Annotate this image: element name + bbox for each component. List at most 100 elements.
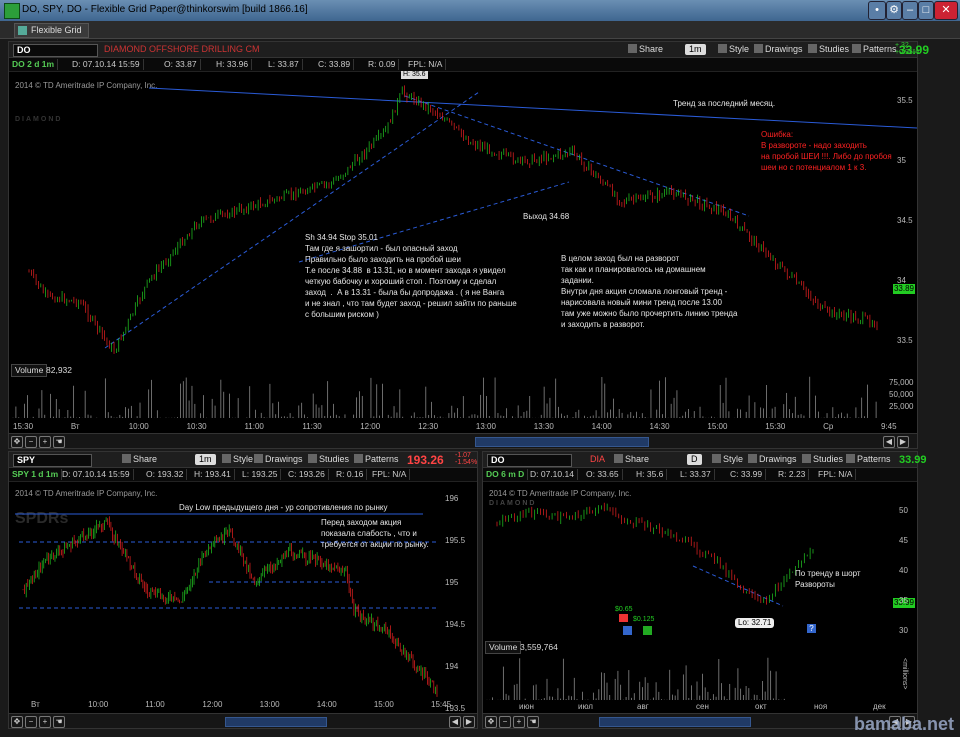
daily-dia-link[interactable]: DIA bbox=[587, 454, 608, 465]
pan-icon[interactable]: ✥ bbox=[485, 716, 497, 728]
spy-share-button[interactable]: Share bbox=[119, 454, 160, 465]
daily-studies-button[interactable]: Studies bbox=[799, 454, 846, 465]
drawings-button[interactable]: Drawings bbox=[751, 44, 806, 55]
time-tick-label: авг bbox=[637, 702, 649, 711]
style-label: Style bbox=[729, 44, 750, 54]
share-icon bbox=[614, 454, 623, 463]
time-tick-label: 15:00 bbox=[707, 422, 728, 431]
axis-tick-label: 50 bbox=[899, 506, 908, 515]
zoom-in-icon[interactable]: + bbox=[39, 716, 51, 728]
help-icon[interactable]: ? bbox=[807, 624, 816, 633]
scroll-left-icon[interactable]: ◀ bbox=[883, 436, 895, 448]
spy-close: C: 193.26 bbox=[285, 469, 329, 480]
daily-symbol-input[interactable]: DO bbox=[487, 454, 572, 467]
daily-style-button[interactable]: Style bbox=[709, 454, 746, 465]
daily-price-chart[interactable] bbox=[483, 482, 883, 634]
axis-tick-label: 45 bbox=[899, 536, 908, 545]
spy-date: D: 07.10.14 15:59 bbox=[59, 469, 134, 480]
chat-icon[interactable]: • bbox=[868, 1, 886, 20]
main-timeframe[interactable]: DO 2 d 1m bbox=[9, 59, 59, 70]
daily-date: D: 07.10.14 bbox=[527, 469, 578, 480]
spy-open: O: 193.32 bbox=[143, 469, 188, 480]
time-tick-label: 12:00 bbox=[360, 422, 381, 431]
studies-icon bbox=[808, 44, 817, 53]
spy-timeframe[interactable]: SPY 1 d 1m bbox=[9, 469, 63, 480]
daily-timeframe[interactable]: DO 6 m D bbox=[483, 469, 529, 480]
scroll-left-icon[interactable]: ◀ bbox=[449, 716, 461, 728]
dividend-icon[interactable] bbox=[643, 626, 652, 635]
scroll-right-icon[interactable]: ▶ bbox=[463, 716, 475, 728]
earnings-icon[interactable] bbox=[619, 614, 628, 622]
spy-change-abs: -1.07 bbox=[455, 452, 471, 459]
main-date: D: 07.10.14 15:59 bbox=[69, 59, 144, 70]
axis-tick-label: 50,000 bbox=[889, 390, 914, 399]
axis-tick-label: 75,000 bbox=[889, 378, 914, 387]
main-scrollbar-thumb[interactable] bbox=[475, 437, 649, 447]
spy-symbol-input[interactable]: SPY bbox=[13, 454, 92, 467]
zoom-in-icon[interactable]: + bbox=[39, 436, 51, 448]
time-tick-label: дек bbox=[873, 702, 886, 711]
close-button[interactable]: ✕ bbox=[934, 1, 958, 20]
time-tick-label: 15:30 bbox=[765, 422, 786, 431]
zoom-out-icon[interactable]: − bbox=[25, 436, 37, 448]
spy-price-chart[interactable] bbox=[9, 482, 441, 698]
spy-aggregation-button[interactable]: 1m bbox=[195, 454, 216, 465]
share-icon bbox=[628, 44, 637, 53]
aggregation-button[interactable]: 1m bbox=[685, 44, 706, 55]
main-symbol-input[interactable]: DO bbox=[13, 44, 98, 57]
time-tick-label: Вт bbox=[31, 700, 40, 709]
drag-icon[interactable]: ☚ bbox=[53, 436, 65, 448]
axis-tick-label: 33.5 bbox=[897, 336, 913, 345]
spy-fpl: FPL: N/A bbox=[369, 469, 411, 480]
studies-button[interactable]: Studies bbox=[805, 44, 852, 55]
spy-scroll-bar: ✥ − + ☚ ◀ ▶ bbox=[9, 713, 477, 728]
main-scroll-bar: ✥ − + ☚ ◀ ▶ bbox=[9, 433, 917, 448]
drag-icon[interactable]: ☚ bbox=[53, 716, 65, 728]
drawings-icon bbox=[254, 454, 263, 463]
spy-scrollbar-thumb[interactable] bbox=[225, 717, 327, 727]
style-button[interactable]: Style bbox=[715, 44, 752, 55]
time-tick-label: июн bbox=[519, 702, 534, 711]
daily-drawings-button[interactable]: Drawings bbox=[745, 454, 800, 465]
zoom-out-icon[interactable]: − bbox=[25, 716, 37, 728]
pan-icon[interactable]: ✥ bbox=[11, 716, 23, 728]
patterns-icon bbox=[852, 44, 861, 53]
patterns-label: Patterns bbox=[857, 454, 891, 464]
maximize-button[interactable]: □ bbox=[918, 1, 934, 20]
axis-tick-label: 35 bbox=[899, 596, 908, 605]
axis-tick-label: 196 bbox=[445, 494, 459, 503]
daily-share-button[interactable]: Share bbox=[611, 454, 652, 465]
zoom-in-icon[interactable]: + bbox=[513, 716, 525, 728]
tab-flexible-grid[interactable]: Flexible Grid bbox=[14, 23, 89, 38]
spy-patterns-button[interactable]: Patterns bbox=[351, 454, 402, 465]
daily-aggregation-button[interactable]: D bbox=[687, 454, 702, 465]
patterns-button[interactable]: Patterns bbox=[849, 44, 900, 55]
axis-tick-label: 194 bbox=[445, 662, 459, 671]
drag-icon[interactable]: ☚ bbox=[527, 716, 539, 728]
main-range: R: 0.09 bbox=[365, 59, 400, 70]
studies-label: Studies bbox=[813, 454, 844, 464]
minimize-button[interactable]: – bbox=[902, 1, 918, 20]
axis-tick-label: 30 bbox=[899, 626, 908, 635]
pan-icon[interactable]: ✥ bbox=[11, 436, 23, 448]
main-volume-chart bbox=[12, 376, 877, 418]
patterns-label: Patterns bbox=[365, 454, 399, 464]
watermark-footer: bamaba.net bbox=[853, 714, 954, 734]
studies-icon bbox=[308, 454, 317, 463]
zoom-out-icon[interactable]: − bbox=[499, 716, 511, 728]
settings-icon[interactable]: ⚙ bbox=[886, 1, 902, 20]
style-label: Style bbox=[723, 454, 744, 464]
spy-studies-button[interactable]: Studies bbox=[305, 454, 352, 465]
share-label: Share bbox=[625, 454, 650, 464]
main-last-price-tag: 33.89 bbox=[893, 284, 915, 294]
daily-patterns-button[interactable]: Patterns bbox=[843, 454, 894, 465]
main-open: O: 33.87 bbox=[161, 59, 201, 70]
daily-scrollbar-thumb[interactable] bbox=[599, 717, 751, 727]
annotation-entry: Sh 34.94 Stop 35.01 Там где я зашортил -… bbox=[305, 233, 517, 319]
event-info-icon[interactable] bbox=[623, 626, 632, 635]
annotation-summary: В целом заход был на разворот так как и … bbox=[561, 254, 738, 329]
spy-drawings-button[interactable]: Drawings bbox=[251, 454, 306, 465]
studies-label: Studies bbox=[819, 44, 850, 54]
scroll-right-icon[interactable]: ▶ bbox=[897, 436, 909, 448]
share-button[interactable]: Share bbox=[625, 44, 666, 55]
